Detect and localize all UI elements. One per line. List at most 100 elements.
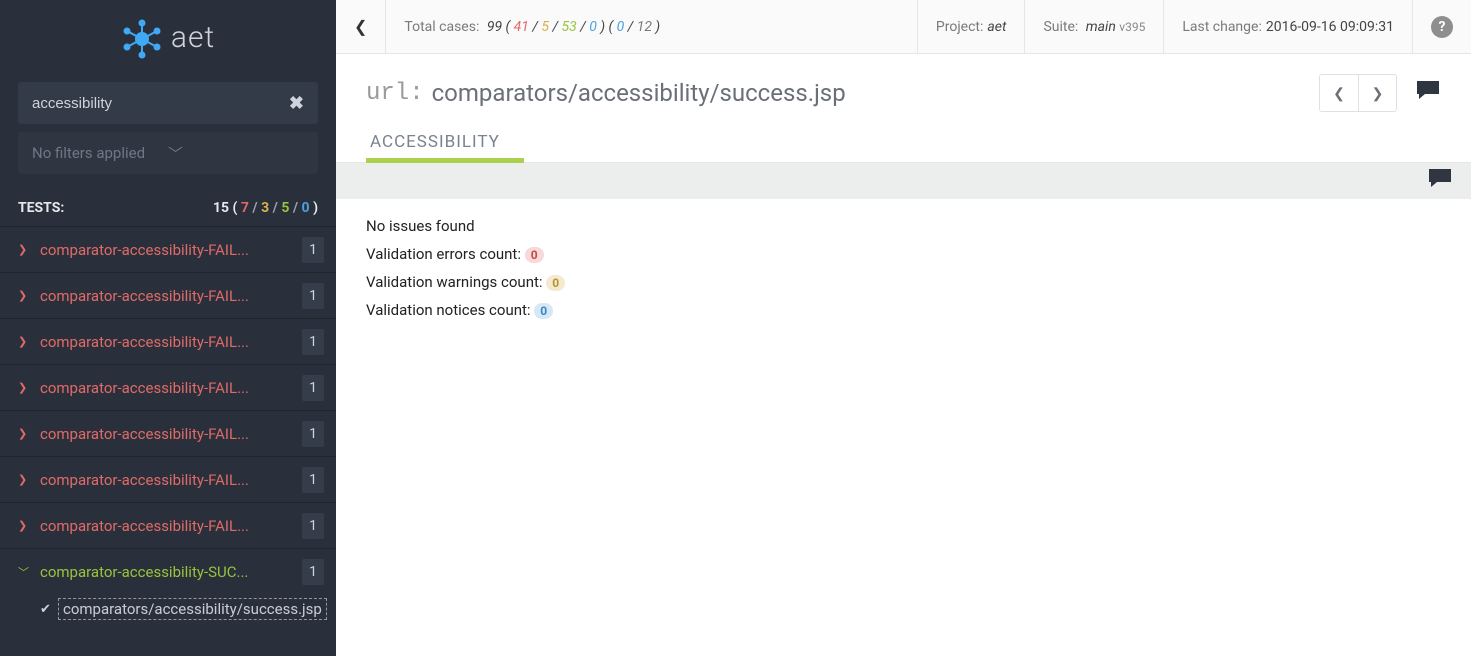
test-count-badge: 1 <box>302 559 324 585</box>
cases-warn: 5 <box>541 19 549 35</box>
main: ❮ Total cases: 99 ( 41 / 5 / 53 / 0 ) ( … <box>336 0 1471 656</box>
paren: ) <box>310 200 318 216</box>
url-value: comparators/accessibility/success.jsp <box>432 79 1319 107</box>
chevron-right-icon: ❯ <box>18 381 32 394</box>
cases-p2a: 0 <box>617 19 625 35</box>
chevron-down-icon: ﹀ <box>168 143 304 164</box>
prev-button[interactable]: ❮ <box>1320 75 1358 111</box>
comment-icon[interactable] <box>1427 167 1453 195</box>
project-cell: Project: aet <box>918 0 1026 53</box>
last-label: Last change: <box>1182 19 1262 35</box>
clear-search-icon[interactable]: ✖ <box>289 93 304 114</box>
test-item[interactable]: ﹀ comparator-accessibility-SUC...1 <box>0 548 336 594</box>
test-item[interactable]: ❯ comparator-accessibility-FAIL...1 <box>0 410 336 456</box>
suite-val: main v395 <box>1082 19 1145 35</box>
logo-icon <box>121 18 163 60</box>
chevron-down-icon: ﹀ <box>18 564 32 580</box>
errors-row: Validation errors count: 0 <box>366 245 1441 263</box>
comment-icon[interactable] <box>1415 79 1441 107</box>
warnings-label: Validation warnings count: <box>366 273 543 291</box>
test-item[interactable]: ❯ comparator-accessibility-FAIL...1 <box>0 456 336 502</box>
chevron-right-icon: ❯ <box>18 519 32 532</box>
pager: ❮ ❯ <box>1319 74 1397 112</box>
url-row: url: comparators/accessibility/success.j… <box>336 54 1471 126</box>
tests-label: TESTS: <box>18 200 64 216</box>
filter-dropdown[interactable]: No filters applied ﹀ <box>18 132 318 174</box>
test-name: comparator-accessibility-FAIL... <box>40 379 302 397</box>
test-count-badge: 1 <box>302 375 324 401</box>
test-count-badge: 1 <box>302 329 324 355</box>
chevron-right-icon: ❯ <box>18 289 32 302</box>
test-name: comparator-accessibility-FAIL... <box>40 471 302 489</box>
test-count-badge: 1 <box>302 421 324 447</box>
test-sub-item[interactable]: ✔comparators/accessibility/success.jsp <box>0 594 336 624</box>
sub-item-name: comparators/accessibility/success.jsp <box>58 598 327 620</box>
last-change-cell: Last change: 2016-09-16 09:09:31 <box>1164 0 1413 53</box>
notices-row: Validation notices count: 0 <box>366 301 1441 319</box>
chevron-right-icon: ❯ <box>18 473 32 486</box>
errors-label: Validation errors count: <box>366 245 521 263</box>
chevron-right-icon: ❯ <box>18 335 32 348</box>
cases-pass: 53 <box>561 19 576 35</box>
chevron-right-icon: ❯ <box>18 427 32 440</box>
last-val: 2016-09-16 09:09:31 <box>1266 19 1394 35</box>
test-name: comparator-accessibility-FAIL... <box>40 517 302 535</box>
cases-blue: 0 <box>589 19 597 35</box>
filter-label: No filters applied <box>32 144 168 162</box>
test-count-badge: 1 <box>302 467 324 493</box>
sidebar: aet ✖ No filters applied ﹀ TESTS: 15 ( 7… <box>0 0 336 656</box>
tests-blue: 0 <box>302 200 310 216</box>
tabs: ACCESSIBILITY <box>336 126 1471 163</box>
back-button[interactable]: ❮ <box>336 0 386 53</box>
test-item[interactable]: ❯ comparator-accessibility-FAIL...1 <box>0 226 336 272</box>
sep: / <box>252 200 261 216</box>
tests-total: 15 <box>213 200 229 216</box>
next-button[interactable]: ❯ <box>1358 75 1396 111</box>
url-prefix: url: <box>366 80 424 107</box>
tests-warn: 3 <box>261 200 269 216</box>
test-item[interactable]: ❯ comparator-accessibility-FAIL...1 <box>0 318 336 364</box>
test-name: comparator-accessibility-FAIL... <box>40 241 302 259</box>
errors-pill: 0 <box>525 247 544 263</box>
brand-text: aet <box>171 20 215 55</box>
result-content: No issues found Validation errors count:… <box>336 199 1471 347</box>
suite-ver: v395 <box>1119 20 1145 34</box>
result-toolbar <box>336 163 1471 199</box>
cases-p2b: 12 <box>637 19 652 35</box>
test-name: comparator-accessibility-FAIL... <box>40 287 302 305</box>
suite-name: main <box>1086 19 1116 35</box>
test-item[interactable]: ❯ comparator-accessibility-FAIL...1 <box>0 272 336 318</box>
tests-counts: 15 ( 7 / 3 / 5 / 0 ) <box>213 200 318 216</box>
cases-label: Total cases: <box>404 19 479 35</box>
project-label: Project: <box>936 19 984 35</box>
test-name: comparator-accessibility-FAIL... <box>40 425 302 443</box>
check-icon: ✔ <box>40 602 58 617</box>
search-input[interactable] <box>32 95 289 112</box>
chevron-right-icon: ❯ <box>18 243 32 256</box>
search-box[interactable]: ✖ <box>18 82 318 124</box>
total-cases: Total cases: 99 ( 41 / 5 / 53 / 0 ) ( 0 … <box>386 0 918 53</box>
cases-fail: 41 <box>514 19 529 35</box>
tests-pass: 5 <box>281 200 289 216</box>
cases-val: 99 ( 41 / 5 / 53 / 0 ) ( 0 / 12 ) <box>483 19 660 35</box>
test-count-badge: 1 <box>302 237 324 263</box>
help-icon: ? <box>1431 16 1453 38</box>
help-cell[interactable]: ? <box>1413 0 1471 53</box>
tests-fail: 7 <box>241 200 249 216</box>
sep: / <box>293 200 302 216</box>
topbar: ❮ Total cases: 99 ( 41 / 5 / 53 / 0 ) ( … <box>336 0 1471 54</box>
tab-accessibility[interactable]: ACCESSIBILITY <box>366 126 504 162</box>
test-item[interactable]: ❯ comparator-accessibility-FAIL...1 <box>0 364 336 410</box>
paren: ( <box>233 200 241 216</box>
brand-logo: aet <box>0 0 336 82</box>
test-list: ❯comparator-accessibility-FAIL...1❯compa… <box>0 226 336 656</box>
test-name: comparator-accessibility-SUC... <box>40 563 302 581</box>
project-val: aet <box>987 19 1006 35</box>
suite-cell: Suite: main v395 <box>1025 0 1164 53</box>
warnings-pill: 0 <box>546 275 565 291</box>
test-item[interactable]: ❯comparator-accessibility-FAIL...1 <box>0 502 336 548</box>
test-count-badge: 1 <box>302 283 324 309</box>
test-name: comparator-accessibility-FAIL... <box>40 333 302 351</box>
cases-total: 99 <box>487 19 502 35</box>
notices-label: Validation notices count: <box>366 301 531 319</box>
